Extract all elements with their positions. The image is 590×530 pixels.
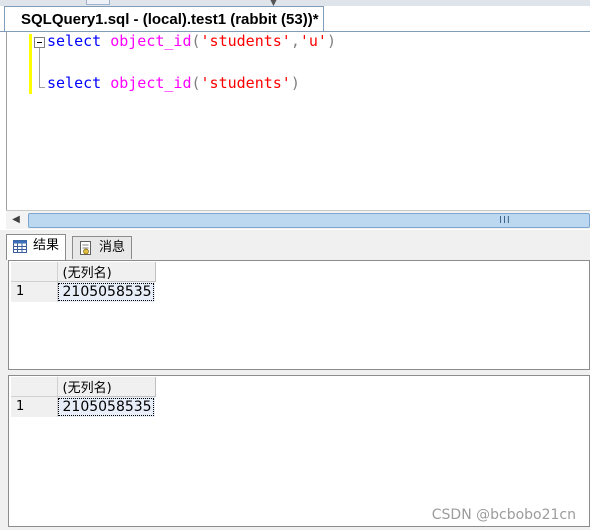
column-header[interactable]: (无列名) bbox=[57, 377, 156, 397]
grid-icon bbox=[13, 239, 27, 261]
code-line-2[interactable]: select object_id('students') bbox=[47, 74, 300, 92]
tab-results-label: 结果 bbox=[33, 238, 60, 253]
header-row: (无列名) bbox=[11, 262, 156, 282]
outline-fold-line bbox=[39, 48, 40, 88]
string-literal: 'students' bbox=[200, 32, 291, 50]
scrollbar-grip-icon: III bbox=[499, 215, 511, 226]
string-literal: 'u' bbox=[299, 32, 327, 50]
sql-function: object_id bbox=[110, 74, 192, 92]
sql-function: object_id bbox=[110, 32, 192, 50]
result-table: (无列名) 1 2105058535 bbox=[11, 262, 156, 302]
header-row: (无列名) bbox=[11, 377, 156, 397]
scrollbar-thumb[interactable]: III bbox=[28, 213, 590, 228]
column-header[interactable]: (无列名) bbox=[57, 262, 156, 282]
code-line-1[interactable]: select object_id('students','u') bbox=[47, 32, 336, 50]
results-panel: 结果 消息 (无列名) 1 2105058535 (无列名) 1 2105058… bbox=[0, 230, 590, 530]
result-grid-1[interactable]: (无列名) 1 2105058535 bbox=[8, 260, 590, 370]
open-paren: ( bbox=[191, 32, 201, 50]
result-grid-2[interactable]: (无列名) 1 2105058535 bbox=[8, 375, 590, 527]
watermark: CSDN @bcbobo21cn bbox=[431, 507, 576, 523]
open-paren: ( bbox=[191, 74, 201, 92]
result-cell[interactable]: 2105058535 bbox=[57, 396, 155, 417]
sql-keyword: select bbox=[47, 32, 102, 50]
close-paren: ) bbox=[290, 74, 300, 92]
editor-horizontal-scrollbar[interactable]: ◀ III bbox=[6, 210, 590, 229]
outline-fold-end bbox=[39, 87, 45, 88]
comma: , bbox=[290, 32, 300, 50]
close-paren: ) bbox=[326, 32, 336, 50]
table-row[interactable]: 1 2105058535 bbox=[11, 396, 155, 417]
table-row[interactable]: 1 2105058535 bbox=[11, 281, 155, 302]
query-document-tab[interactable]: SQLQuery1.sql - (local).test1 (rabbit (5… bbox=[4, 6, 324, 32]
row-number[interactable]: 1 bbox=[11, 396, 58, 417]
grid-corner[interactable] bbox=[11, 377, 58, 397]
tab-messages[interactable]: 消息 bbox=[72, 236, 133, 259]
result-table: (无列名) 1 2105058535 bbox=[11, 377, 156, 417]
changed-lines-marker bbox=[29, 34, 32, 94]
tab-messages-label: 消息 bbox=[99, 240, 126, 255]
tab-results[interactable]: 结果 bbox=[6, 234, 67, 261]
grid-corner[interactable] bbox=[11, 262, 58, 282]
row-number[interactable]: 1 bbox=[11, 281, 58, 302]
sql-editor[interactable]: select object_id('students','u') select … bbox=[6, 32, 590, 210]
scroll-left-icon[interactable]: ◀ bbox=[6, 211, 26, 229]
query-document-tab-title: SQLQuery1.sql - (local).test1 (rabbit (5… bbox=[21, 11, 319, 28]
sql-keyword: select bbox=[47, 74, 102, 92]
result-cell[interactable]: 2105058535 bbox=[57, 281, 155, 302]
toolbar-button-edge[interactable] bbox=[86, 0, 110, 5]
collapse-region-icon[interactable] bbox=[34, 37, 45, 48]
string-literal: 'students' bbox=[200, 74, 291, 92]
document-tab-strip: ▼ SQLQuery1.sql - (local).test1 (rabbit … bbox=[0, 0, 590, 32]
